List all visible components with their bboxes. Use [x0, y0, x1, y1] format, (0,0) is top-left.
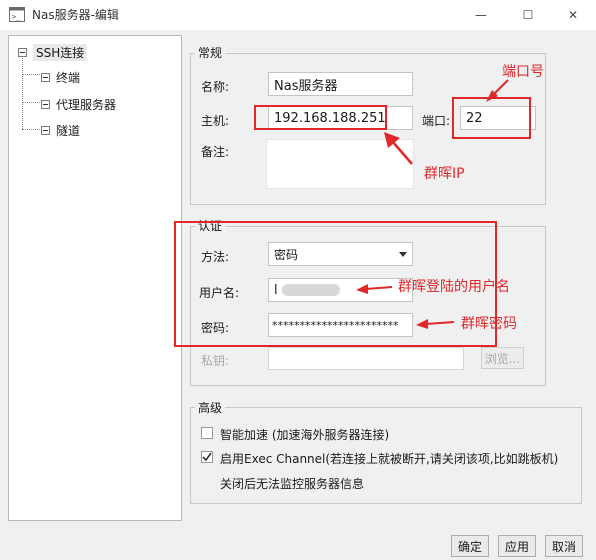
user-arrowhead [356, 284, 368, 294]
host-arrow [391, 140, 413, 165]
user-arrow [365, 286, 393, 290]
password-arrowhead [416, 319, 428, 329]
password-arrow [425, 321, 455, 325]
annotation-arrows [356, 79, 509, 329]
